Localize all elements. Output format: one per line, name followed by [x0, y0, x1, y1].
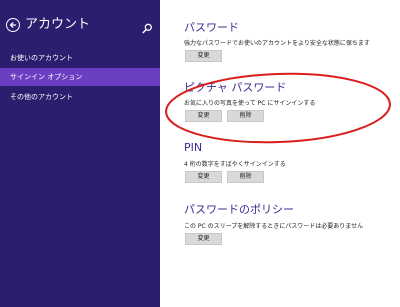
- sidebar-item-your-account[interactable]: お使いのアカウント: [0, 49, 160, 67]
- password-change-button[interactable]: 変更: [185, 50, 222, 62]
- search-button[interactable]: [142, 19, 153, 34]
- search-icon: [142, 23, 152, 34]
- sidebar-item-sign-in-options[interactable]: サインイン オプション: [0, 68, 160, 86]
- password-policy-description: この PC のスリープを解除するときにパスワードは必要ありません: [184, 223, 364, 230]
- sidebar: アカウント お使いのアカウント サインイン オプション その他のアカウント: [0, 0, 160, 307]
- picture-password-change-button[interactable]: 変更: [185, 110, 222, 122]
- password-policy-change-button[interactable]: 変更: [185, 233, 222, 245]
- pin-change-button[interactable]: 変更: [185, 171, 222, 183]
- page-title: アカウント: [25, 17, 91, 32]
- back-button[interactable]: [6, 18, 20, 32]
- back-arrow-icon: [9, 22, 17, 28]
- password-description: 強力なパスワードでお使いのアカウントをより安全な状態に保ちます: [184, 40, 370, 47]
- password-section-title: パスワード: [184, 21, 239, 34]
- pin-section-title: PIN: [184, 141, 203, 154]
- sidebar-item-other-accounts[interactable]: その他のアカウント: [0, 88, 160, 106]
- picture-password-remove-button[interactable]: 削除: [227, 110, 264, 122]
- password-policy-section-title: パスワードのポリシー: [184, 203, 294, 216]
- main-panel: パスワード 強力なパスワードでお使いのアカウントをより安全な状態に保ちます 変更…: [160, 0, 400, 307]
- pin-description: 4 桁の数字をすばやくサインインする: [184, 161, 286, 168]
- pin-remove-button[interactable]: 削除: [227, 171, 264, 183]
- picture-password-section-title: ピクチャ パスワード: [184, 81, 287, 94]
- picture-password-description: お気に入りの写真を使って PC にサインインする: [184, 100, 316, 107]
